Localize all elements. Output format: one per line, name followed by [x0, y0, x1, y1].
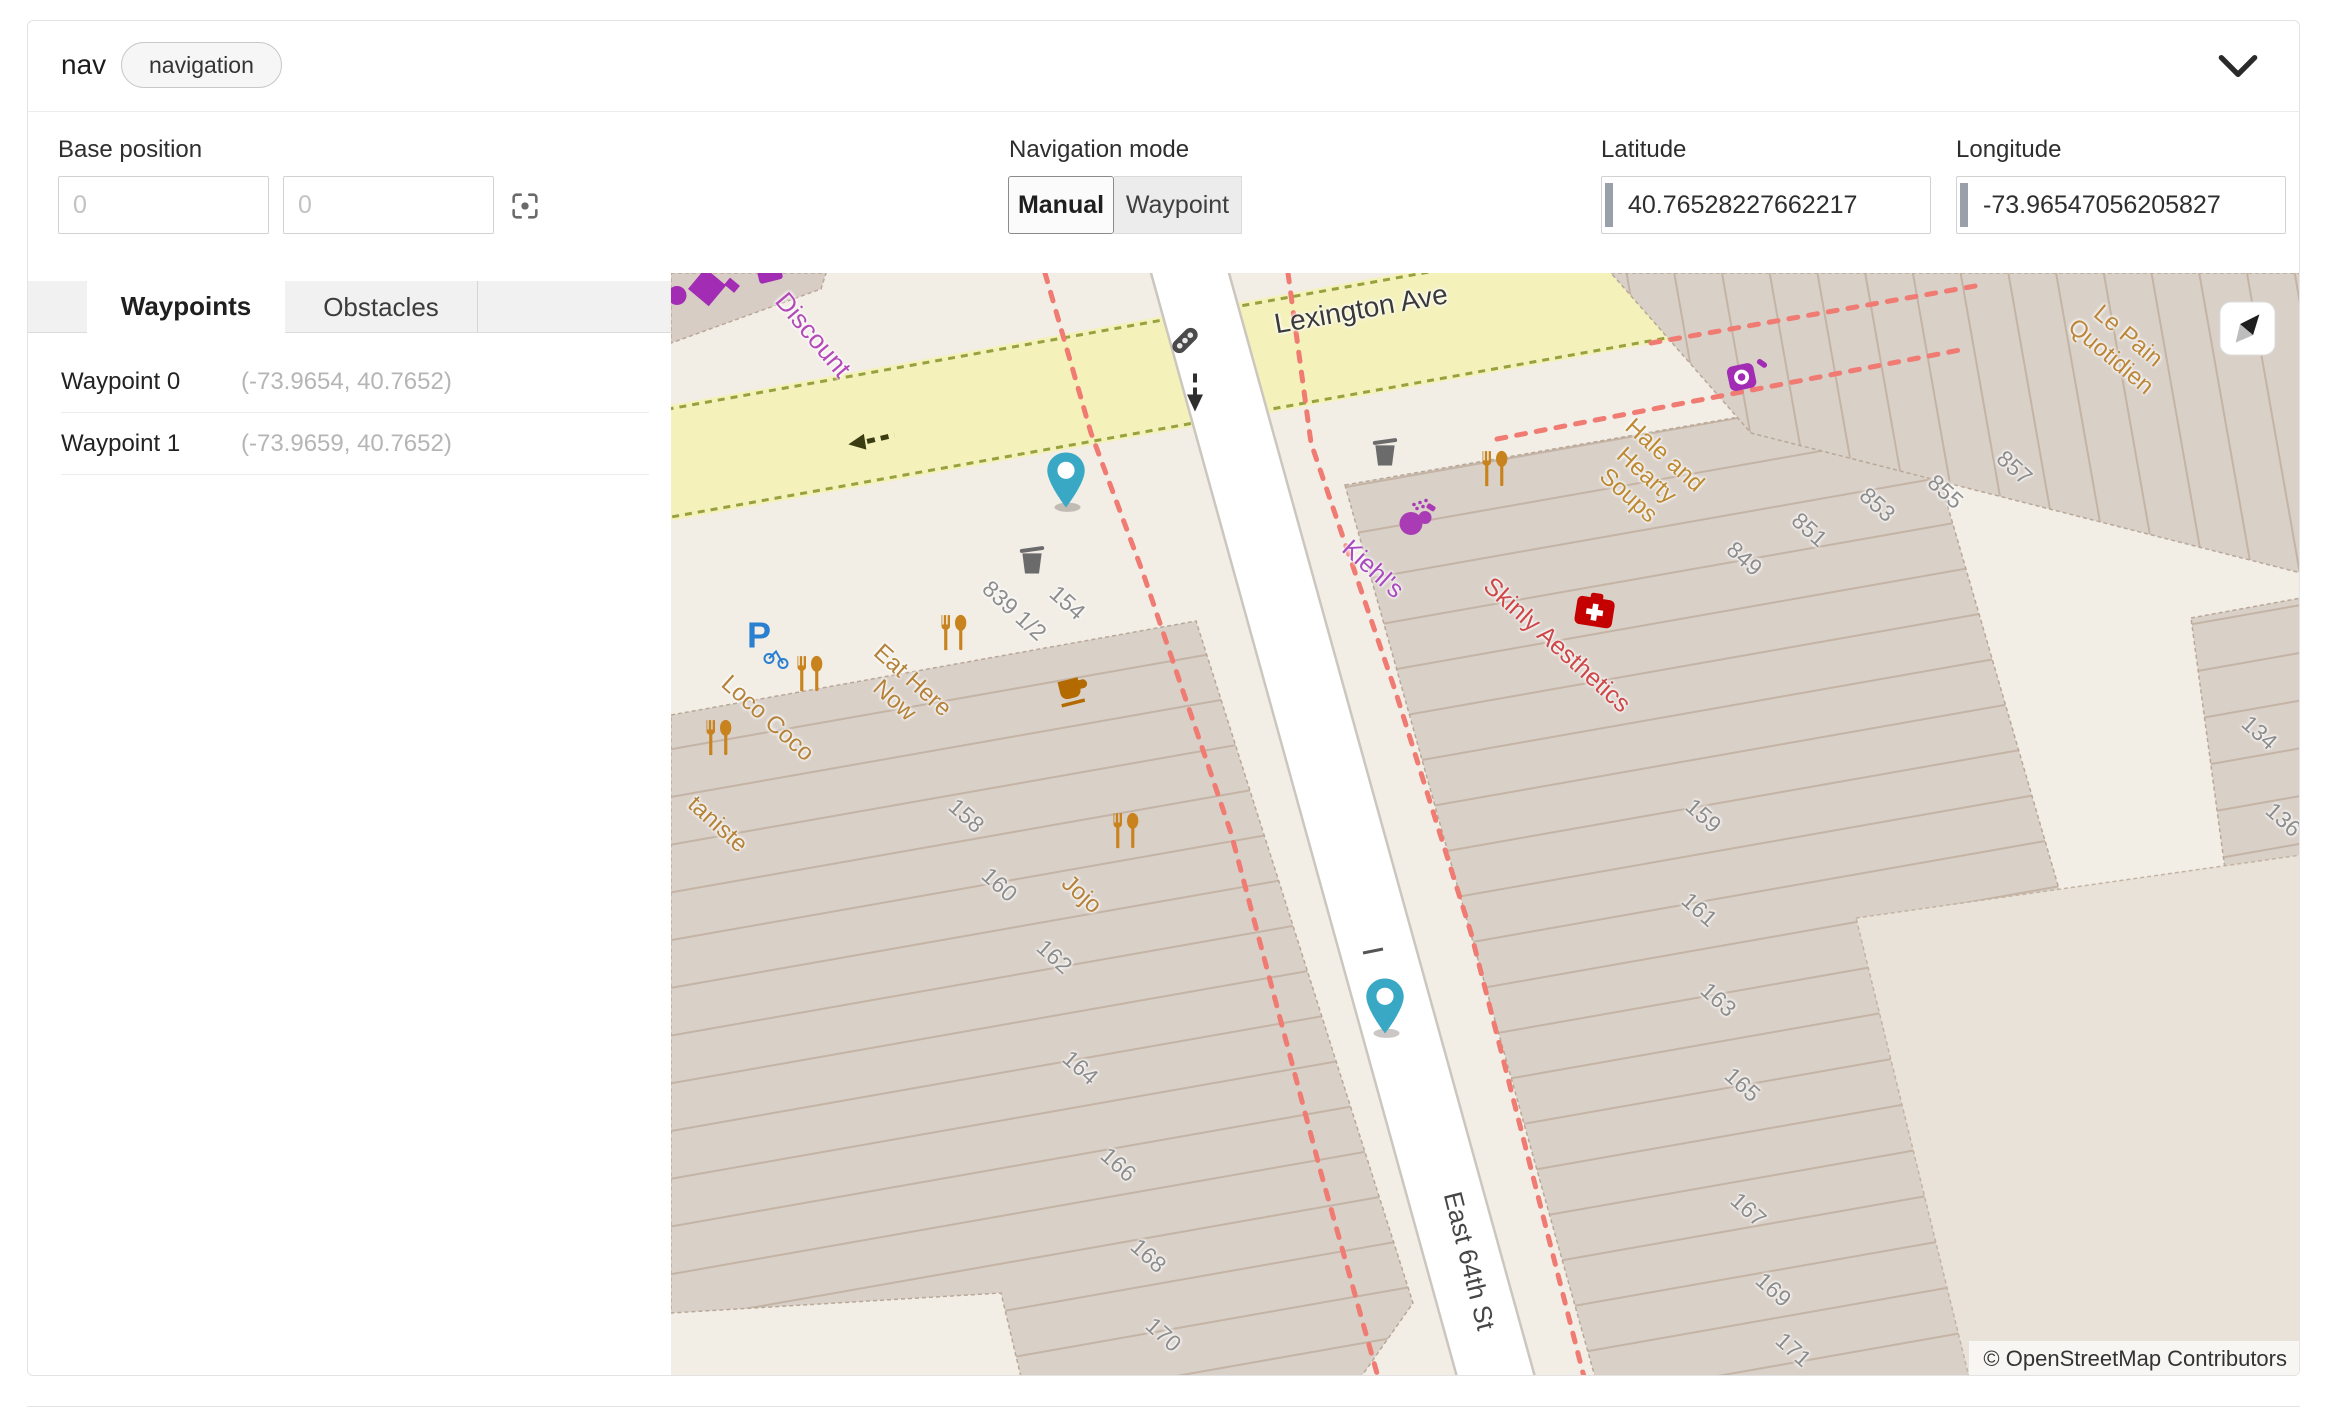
navigation-type-badge: navigation	[121, 42, 282, 88]
longitude-drag-handle[interactable]	[1960, 183, 1968, 227]
arrow-left-icon	[848, 432, 898, 455]
waypoint-coordinates: (-73.9654, 40.7652)	[241, 368, 452, 396]
card-header: nav navigation	[28, 21, 2299, 112]
restaurant-icon	[699, 719, 739, 764]
base-position-x-input[interactable]	[58, 176, 269, 234]
base-position-label: Base position	[58, 136, 202, 164]
waypoint-name: Waypoint 1	[61, 430, 241, 458]
svg-text:P: P	[747, 616, 771, 656]
waypoint-marker-1[interactable]	[1362, 977, 1408, 1039]
restaurant-icon	[934, 614, 974, 659]
latitude-field	[1601, 176, 1931, 234]
sidebar-tabs: Waypoints Obstacles	[28, 281, 671, 333]
navigation-mode-toggle: Manual Waypoint	[1008, 176, 1242, 234]
waypoint-row-1[interactable]: Waypoint 1(-73.9659, 40.7652)	[61, 413, 649, 475]
waypoint-row-0[interactable]: Waypoint 0(-73.9654, 40.7652)	[61, 351, 649, 413]
map-attribution: © OpenStreetMap Contributors	[1969, 1341, 2300, 1376]
waypoint-marker-0[interactable]	[1043, 451, 1089, 513]
laundry-icon	[1726, 358, 1770, 401]
traffic-icon	[1164, 320, 1206, 367]
shopcluster-icon	[671, 273, 796, 325]
nav-card: nav navigation Base position Navigation …	[27, 20, 2300, 1376]
restaurant-icon	[1106, 812, 1146, 857]
waypoint-coordinates: (-73.9659, 40.7652)	[241, 430, 452, 458]
focus-crosshair-icon	[508, 189, 542, 223]
mode-waypoint-button[interactable]: Waypoint	[1114, 176, 1242, 234]
latitude-input[interactable]	[1601, 176, 1931, 234]
cosmetics-icon	[1396, 497, 1442, 544]
arrow-down-icon	[1186, 372, 1204, 419]
waypoint-name: Waypoint 0	[61, 368, 241, 396]
mode-manual-button[interactable]: Manual	[1008, 176, 1114, 234]
card-title: nav	[61, 49, 106, 81]
base-position-y-input[interactable]	[283, 176, 494, 234]
longitude-input[interactable]	[1956, 176, 2286, 234]
longitude-label: Longitude	[1956, 136, 2061, 164]
compass-reset-north-button[interactable]	[2219, 301, 2277, 357]
waste-icon	[1371, 436, 1399, 473]
parking-icon: P	[745, 616, 795, 677]
map-base-layer	[671, 273, 2300, 1376]
navigation-panel: nav navigation Base position Navigation …	[0, 0, 2334, 1410]
chevron-down-icon	[2218, 53, 2258, 79]
restaurant-icon	[790, 655, 830, 700]
cafe-icon	[1055, 671, 1093, 714]
waste-icon	[1018, 544, 1046, 581]
collapse-card-button[interactable]	[2218, 53, 2258, 81]
waypoint-list: Waypoint 0(-73.9654, 40.7652)Waypoint 1(…	[61, 351, 649, 475]
latitude-label: Latitude	[1601, 136, 1686, 164]
compass-icon	[2219, 301, 2277, 357]
latitude-drag-handle[interactable]	[1605, 183, 1613, 227]
restaurant-icon	[1475, 450, 1515, 495]
map-canvas[interactable]: Lexington AveEast 64th StDiscountKiehl's…	[671, 273, 2300, 1376]
longitude-field	[1956, 176, 2286, 234]
tab-waypoints[interactable]: Waypoints	[87, 281, 285, 333]
firstaid-icon	[1574, 591, 1616, 634]
navigation-mode-label: Navigation mode	[1009, 136, 1189, 164]
tab-obstacles[interactable]: Obstacles	[285, 281, 478, 333]
next-card-divider	[27, 1406, 2300, 1407]
center-on-base-button[interactable]	[508, 189, 542, 228]
tab-spacer	[28, 281, 87, 332]
